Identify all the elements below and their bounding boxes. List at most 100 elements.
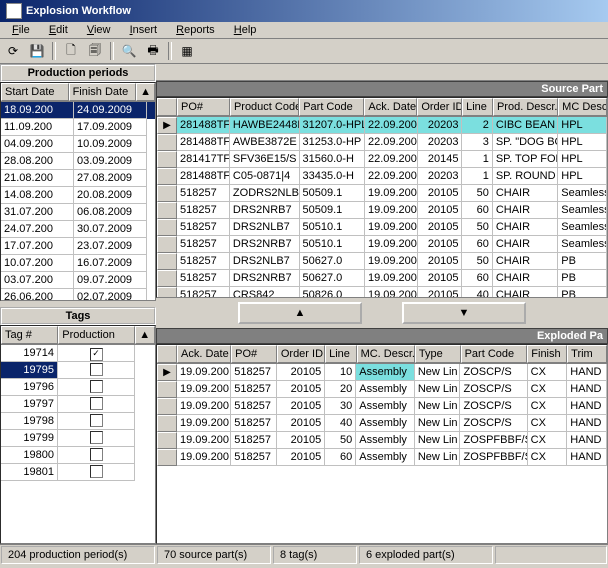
menu-bar: File Edit View Insert Reports Help <box>0 22 608 39</box>
toolbar-new-icon[interactable]: 🗋 <box>60 40 82 62</box>
periods-panel-title: Production periods <box>0 64 156 82</box>
period-row[interactable]: 17.07.20023.07.2009 <box>1 238 155 255</box>
nav-up-button[interactable]: ▲ <box>238 302 362 324</box>
col-production[interactable]: Production <box>58 326 135 344</box>
exploded-col[interactable]: Finish <box>527 345 567 363</box>
period-row[interactable]: 21.08.20027.08.2009 <box>1 170 155 187</box>
exploded-row[interactable]: 19.09.2005182572010550AssemblyNew LinZOS… <box>157 432 607 449</box>
col-start-date[interactable]: Start Date <box>1 83 69 101</box>
source-col[interactable]: PO# <box>177 98 230 116</box>
toolbar-refresh-icon[interactable]: ⟳ <box>2 40 24 62</box>
checkbox-icon[interactable] <box>90 363 103 376</box>
exploded-col[interactable]: Order ID <box>277 345 325 363</box>
status-tags: 8 tag(s) <box>273 546 357 564</box>
exploded-row[interactable]: 19.09.2005182572010540AssemblyNew LinZOS… <box>157 415 607 432</box>
exploded-header: Exploded Pa <box>156 328 608 344</box>
col-scroll: ▲ <box>136 83 155 101</box>
source-grid[interactable]: PO#Product CodePart CodeAck. DateOrder I… <box>156 97 608 298</box>
source-row[interactable]: 281417TFSFV36E15/S31560.0-H22.09.2002014… <box>157 151 607 168</box>
source-col[interactable]: Prod. Descr. <box>493 98 558 116</box>
menu-file[interactable]: File <box>4 22 38 38</box>
period-row[interactable]: 31.07.20006.08.2009 <box>1 204 155 221</box>
exploded-row[interactable]: 19.09.2005182572010530AssemblyNew LinZOS… <box>157 398 607 415</box>
col-finish-date[interactable]: Finish Date <box>69 83 137 101</box>
tag-row[interactable]: 19795 <box>1 362 155 379</box>
status-exploded: 6 exploded part(s) <box>359 546 493 564</box>
col-tag[interactable]: Tag # <box>1 326 58 344</box>
tag-row[interactable]: 19798 <box>1 413 155 430</box>
source-row[interactable]: 518257DRS2NRB750510.119.09.2002010560CHA… <box>157 236 607 253</box>
checkbox-icon[interactable] <box>90 431 103 444</box>
source-row[interactable]: 518257CRS84250826.019.09.2002010540CHAIR… <box>157 287 607 298</box>
source-row[interactable]: ▶281488TFHAWBE2448E31207.0-HPL22.09.2002… <box>157 117 607 134</box>
checkbox-icon[interactable] <box>90 397 103 410</box>
exploded-row[interactable]: 19.09.2005182572010560AssemblyNew LinZOS… <box>157 449 607 466</box>
toolbar-table-icon[interactable]: ▦ <box>176 40 198 62</box>
source-row[interactable]: 281488TFC05-0871|433435.0-H22.09.2002020… <box>157 168 607 185</box>
exploded-row[interactable]: 19.09.2005182572010520AssemblyNew LinZOS… <box>157 381 607 398</box>
exploded-col[interactable]: MC. Descr. <box>357 345 415 363</box>
period-row[interactable]: 24.07.20030.07.2009 <box>1 221 155 238</box>
tag-row[interactable]: 19800 <box>1 447 155 464</box>
source-header: Source Part <box>156 81 608 97</box>
periods-grid[interactable]: Start Date Finish Date ▲ 18.09.20024.09.… <box>0 82 156 301</box>
checkbox-icon[interactable] <box>90 414 103 427</box>
source-row[interactable]: 518257ZODRS2NLB50509.119.09.2002010550CH… <box>157 185 607 202</box>
tag-row[interactable]: 19797 <box>1 396 155 413</box>
checkbox-icon[interactable]: ✓ <box>90 348 103 361</box>
nav-buttons: ▲ ▼ <box>156 298 608 328</box>
menu-edit[interactable]: Edit <box>41 22 76 38</box>
period-row[interactable]: 28.08.20003.09.2009 <box>1 153 155 170</box>
toolbar-copy-icon[interactable]: 🗐 <box>84 40 106 62</box>
period-row[interactable]: 04.09.20010.09.2009 <box>1 136 155 153</box>
toolbar-save-icon[interactable]: 💾 <box>26 40 48 62</box>
source-row[interactable]: 518257DRS2NRB750509.119.09.2002010560CHA… <box>157 202 607 219</box>
exploded-col[interactable]: Type <box>415 345 461 363</box>
period-row[interactable]: 11.09.20017.09.2009 <box>1 119 155 136</box>
status-periods: 204 production period(s) <box>1 546 155 564</box>
title-bar: Explosion Workflow <box>0 0 608 22</box>
exploded-col[interactable]: Part Code <box>461 345 528 363</box>
toolbar-print-icon[interactable]: 🖶 <box>142 40 164 62</box>
exploded-col[interactable]: Line <box>325 345 356 363</box>
menu-insert[interactable]: Insert <box>122 22 166 38</box>
period-row[interactable]: 18.09.20024.09.2009 <box>1 102 155 119</box>
exploded-col[interactable]: PO# <box>231 345 277 363</box>
source-row[interactable]: 518257DRS2NLB750510.119.09.2002010550CHA… <box>157 219 607 236</box>
tag-row[interactable]: 19796 <box>1 379 155 396</box>
nav-down-button[interactable]: ▼ <box>402 302 526 324</box>
app-icon <box>6 3 22 19</box>
source-row[interactable]: 518257DRS2NRB750627.019.09.2002010560CHA… <box>157 270 607 287</box>
checkbox-icon[interactable] <box>90 448 103 461</box>
source-col[interactable]: MC Descr. <box>558 98 607 116</box>
period-row[interactable]: 26.06.20002.07.2009 <box>1 289 155 301</box>
source-col[interactable]: Line <box>462 98 493 116</box>
checkbox-icon[interactable] <box>90 380 103 393</box>
period-row[interactable]: 10.07.20016.07.2009 <box>1 255 155 272</box>
menu-help[interactable]: Help <box>226 22 265 38</box>
exploded-col[interactable]: Trim <box>567 345 607 363</box>
tag-row[interactable]: 19801 <box>1 464 155 481</box>
source-row[interactable]: 518257DRS2NLB750627.019.09.2002010550CHA… <box>157 253 607 270</box>
source-col[interactable]: Part Code <box>299 98 364 116</box>
tag-row[interactable]: 19799 <box>1 430 155 447</box>
exploded-grid[interactable]: Ack. DatePO#Order IDLineMC. Descr.TypePa… <box>156 344 608 545</box>
period-row[interactable]: 14.08.20020.08.2009 <box>1 187 155 204</box>
tags-grid[interactable]: Tag # Production ▲ 19714✓197951979619797… <box>0 325 156 544</box>
window-title: Explosion Workflow <box>26 5 131 17</box>
period-row[interactable]: 03.07.20009.07.2009 <box>1 272 155 289</box>
exploded-col[interactable]: Ack. Date <box>177 345 231 363</box>
checkbox-icon[interactable] <box>90 465 103 478</box>
tags-panel-title: Tags <box>0 307 156 325</box>
toolbar-preview-icon[interactable]: 🔍 <box>118 40 140 62</box>
status-source: 70 source part(s) <box>157 546 271 564</box>
tag-row[interactable]: 19714✓ <box>1 345 155 362</box>
exploded-row[interactable]: ▶19.09.2005182572010510AssemblyNew LinZO… <box>157 364 607 381</box>
source-col[interactable]: Ack. Date <box>364 98 417 116</box>
menu-reports[interactable]: Reports <box>168 22 223 38</box>
source-col[interactable]: Order ID <box>417 98 462 116</box>
status-bar: 204 production period(s) 70 source part(… <box>0 544 608 565</box>
source-row[interactable]: 281488TFAWBE3872E31253.0-HP22.09.2002020… <box>157 134 607 151</box>
source-col[interactable]: Product Code <box>230 98 299 116</box>
menu-view[interactable]: View <box>79 22 119 38</box>
